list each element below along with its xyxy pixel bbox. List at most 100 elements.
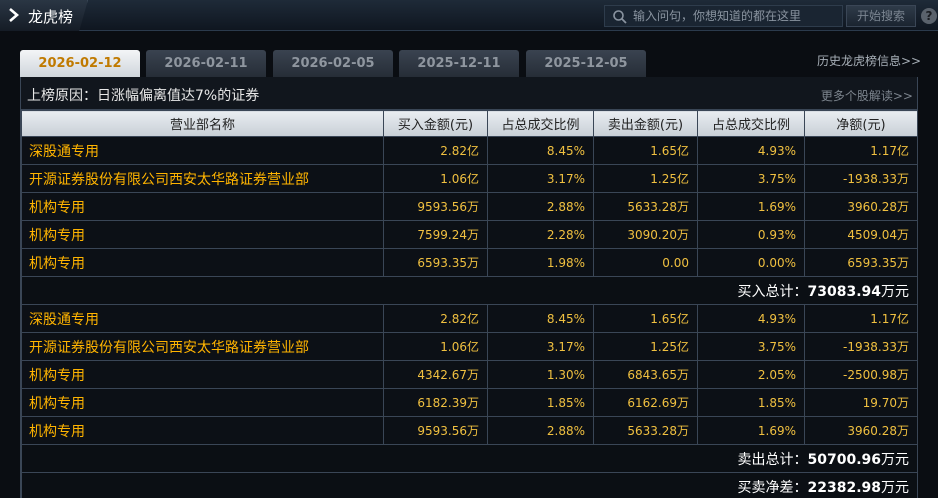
table-row: 机构专用 4342.67万 1.30% 6843.65万 2.05% -2500… xyxy=(21,360,918,389)
buy-ratio: 8.45% xyxy=(487,304,594,333)
buy-ratio: 3.17% xyxy=(487,164,594,193)
net-amount: 19.70万 xyxy=(804,388,918,417)
table-row: 机构专用 9593.56万 2.88% 5633.28万 1.69% 3960.… xyxy=(21,416,918,445)
table-row: 机构专用 7599.24万 2.28% 3090.20万 0.93% 4509.… xyxy=(21,220,918,249)
tab-date[interactable]: 2026-02-12 xyxy=(20,50,140,77)
net-total-value: 22382.98 xyxy=(807,479,881,496)
broker-name[interactable]: 机构专用 xyxy=(21,192,384,221)
buy-ratio: 1.98% xyxy=(487,248,594,277)
tab-date[interactable]: 2025-12-11 xyxy=(399,50,519,77)
buy-amount: 1.06亿 xyxy=(383,332,488,361)
tab-date[interactable]: 2026-02-11 xyxy=(146,50,266,77)
sell-ratio: 0.93% xyxy=(697,220,805,249)
net-amount: 3960.28万 xyxy=(804,192,918,221)
buy-amount: 9593.56万 xyxy=(383,192,488,221)
tab-date[interactable]: 2026-02-05 xyxy=(273,50,393,77)
search-icon xyxy=(613,10,627,24)
sell-amount: 1.25亿 xyxy=(593,164,698,193)
column-header: 占总成交比例 xyxy=(487,110,594,137)
column-header: 营业部名称 xyxy=(21,110,384,137)
broker-name[interactable]: 深股通专用 xyxy=(21,136,384,165)
table-header-row: 营业部名称 买入金额(元) 占总成交比例 卖出金额(元) 占总成交比例 净额(元… xyxy=(21,110,918,137)
buy-amount: 9593.56万 xyxy=(383,416,488,445)
sell-total: 卖出总计：50700.96万元 xyxy=(21,444,918,473)
broker-name[interactable]: 深股通专用 xyxy=(21,304,384,333)
buy-amount: 7599.24万 xyxy=(383,220,488,249)
sell-ratio: 0.00% xyxy=(697,248,805,277)
sell-amount: 6162.69万 xyxy=(593,388,698,417)
net-total: 买卖净差：22382.98万元 xyxy=(21,472,918,498)
net-total-row: 买卖净差：22382.98万元 xyxy=(21,472,918,498)
broker-name[interactable]: 机构专用 xyxy=(21,416,384,445)
buy-ratio: 2.28% xyxy=(487,220,594,249)
buy-ratio: 2.88% xyxy=(487,192,594,221)
table-row: 开源证券股份有限公司西安太华路证券营业部 1.06亿 3.17% 1.25亿 3… xyxy=(21,164,918,193)
net-amount: 4509.04万 xyxy=(804,220,918,249)
page-title: 龙虎榜 xyxy=(28,8,74,26)
table-row: 深股通专用 2.82亿 8.45% 1.65亿 4.93% 1.17亿 xyxy=(21,304,918,333)
buy-amount: 2.82亿 xyxy=(383,136,488,165)
buy-ratio: 1.85% xyxy=(487,388,594,417)
search-input[interactable] xyxy=(633,7,838,25)
search-button[interactable]: 开始搜索 xyxy=(846,5,916,27)
buy-total-label: 买入总计： xyxy=(737,283,808,300)
net-amount: -1938.33万 xyxy=(804,332,918,361)
listing-reason: 上榜原因：日涨幅偏离值达7%的证券 xyxy=(27,88,260,104)
column-header: 卖出金额(元) xyxy=(593,110,698,137)
more-analysis-link[interactable]: 更多个股解读>> xyxy=(821,87,913,104)
table-row: 开源证券股份有限公司西安太华路证券营业部 1.06亿 3.17% 1.25亿 3… xyxy=(21,332,918,361)
buy-ratio: 2.88% xyxy=(487,416,594,445)
sell-total-label: 卖出总计： xyxy=(737,451,808,468)
top-bar: 龙虎榜 开始搜索 ? xyxy=(0,0,938,31)
buy-amount: 2.82亿 xyxy=(383,304,488,333)
sell-ratio: 2.05% xyxy=(697,360,805,389)
chevron-right-icon xyxy=(9,8,19,22)
column-header: 买入金额(元) xyxy=(383,110,488,137)
net-amount: 3960.28万 xyxy=(804,416,918,445)
buy-amount: 1.06亿 xyxy=(383,164,488,193)
title-area: 龙虎榜 xyxy=(0,0,88,31)
sell-ratio: 1.69% xyxy=(697,416,805,445)
broker-name[interactable]: 机构专用 xyxy=(21,388,384,417)
sell-ratio: 1.69% xyxy=(697,192,805,221)
buy-ratio: 8.45% xyxy=(487,136,594,165)
sell-total-unit: 万元 xyxy=(881,451,909,468)
net-amount: 6593.35万 xyxy=(804,248,918,277)
broker-name[interactable]: 开源证券股份有限公司西安太华路证券营业部 xyxy=(21,332,384,361)
lhb-table: 营业部名称 买入金额(元) 占总成交比例 卖出金额(元) 占总成交比例 净额(元… xyxy=(21,110,918,498)
broker-name[interactable]: 机构专用 xyxy=(21,360,384,389)
broker-name[interactable]: 机构专用 xyxy=(21,248,384,277)
sell-amount: 1.25亿 xyxy=(593,332,698,361)
net-total-unit: 万元 xyxy=(881,479,909,496)
buy-total-unit: 万元 xyxy=(881,283,909,300)
sell-ratio: 4.93% xyxy=(697,304,805,333)
broker-name[interactable]: 开源证券股份有限公司西安太华路证券营业部 xyxy=(21,164,384,193)
table-row: 机构专用 6182.39万 1.85% 6162.69万 1.85% 19.70… xyxy=(21,388,918,417)
sell-amount: 6843.65万 xyxy=(593,360,698,389)
sell-amount: 1.65亿 xyxy=(593,136,698,165)
broker-name[interactable]: 机构专用 xyxy=(21,220,384,249)
net-amount: -2500.98万 xyxy=(804,360,918,389)
buy-ratio: 1.30% xyxy=(487,360,594,389)
search-box[interactable] xyxy=(604,5,843,27)
buy-amount: 6593.35万 xyxy=(383,248,488,277)
sell-total-value: 50700.96 xyxy=(807,451,881,468)
column-header: 占总成交比例 xyxy=(697,110,805,137)
column-header: 净额(元) xyxy=(804,110,918,137)
net-total-label: 买卖净差： xyxy=(737,479,808,496)
buy-ratio: 3.17% xyxy=(487,332,594,361)
sell-ratio: 1.85% xyxy=(697,388,805,417)
lhb-panel: 上榜原因：日涨幅偏离值达7%的证券 更多个股解读>> 营业部名称 买入金额(元)… xyxy=(20,77,918,498)
tab-date[interactable]: 2025-12-05 xyxy=(526,50,646,77)
help-icon[interactable]: ? xyxy=(921,8,937,24)
buy-total: 买入总计：73083.94万元 xyxy=(21,276,918,305)
buy-amount: 6182.39万 xyxy=(383,388,488,417)
sell-amount: 5633.28万 xyxy=(593,192,698,221)
history-link[interactable]: 历史龙虎榜信息>> xyxy=(817,52,921,69)
sell-ratio: 3.75% xyxy=(697,332,805,361)
sell-amount: 3090.20万 xyxy=(593,220,698,249)
buy-total-row: 买入总计：73083.94万元 xyxy=(21,276,918,305)
sell-ratio: 4.93% xyxy=(697,136,805,165)
net-amount: 1.17亿 xyxy=(804,304,918,333)
buy-total-value: 73083.94 xyxy=(807,283,881,300)
